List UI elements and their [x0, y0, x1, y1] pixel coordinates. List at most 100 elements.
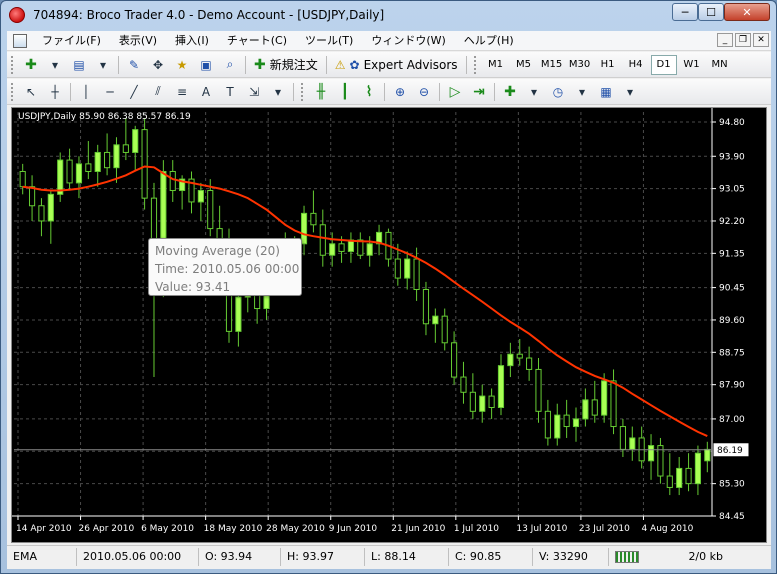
- crosshair-move-icon[interactable]: ✥: [147, 55, 169, 75]
- candle-bull: [629, 437, 636, 450]
- zoom-out-icon[interactable]: ⊖: [413, 82, 435, 102]
- chart-window-icon[interactable]: [13, 33, 27, 48]
- horizontal-line-icon[interactable]: ─: [99, 82, 121, 102]
- periods-clock-icon[interactable]: ◷: [547, 82, 569, 102]
- candle-bull: [497, 365, 505, 409]
- zoom-in-icon[interactable]: ⊕: [389, 82, 411, 102]
- candle-bull: [704, 448, 711, 462]
- candle-bear: [319, 224, 326, 256]
- vertical-line-icon[interactable]: │: [75, 82, 97, 102]
- indicator-tooltip: Moving Average (20) Time: 2010.05.06 00:…: [148, 238, 302, 296]
- candle-bear: [85, 163, 92, 172]
- timeframe-m1[interactable]: M1: [483, 55, 509, 75]
- candle-bear: [460, 376, 467, 393]
- dropdown-arrow-icon[interactable]: ▾: [44, 55, 66, 75]
- dropdown-arrow-icon[interactable]: ▾: [571, 82, 593, 102]
- candle-bull: [47, 193, 54, 222]
- market-watch-icon[interactable]: ✎: [123, 55, 145, 75]
- candle-bear: [685, 467, 692, 485]
- navigator-icon[interactable]: ★: [171, 55, 193, 75]
- dropdown-arrow-icon[interactable]: ▾: [523, 82, 545, 102]
- new-order-button[interactable]: ✚ 新規注文: [250, 55, 322, 75]
- expert-advisors-label: Expert Advisors: [363, 57, 458, 72]
- x-tick-label: 28 May 2010: [266, 524, 325, 534]
- cursor-icon[interactable]: ↖: [20, 82, 42, 102]
- expert-advisors-button[interactable]: ⚠ ✿ Expert Advisors: [331, 55, 462, 75]
- price-chart[interactable]: 94.80 93.90 93.05 92.20 91.35 90.45 89.60 88.75…: [11, 107, 767, 543]
- candle-bull: [479, 395, 486, 412]
- candlestick-icon[interactable]: ┃: [334, 82, 356, 102]
- new-order-icon: ✚: [254, 56, 266, 73]
- strategy-tester-icon[interactable]: ⌕: [219, 55, 241, 75]
- candle-bull: [582, 399, 589, 420]
- toolbar-grip[interactable]: [473, 55, 478, 74]
- terminal-icon[interactable]: ▣: [195, 55, 217, 75]
- menu-help[interactable]: ヘルプ(H): [455, 32, 523, 50]
- timeframe-mn[interactable]: MN: [707, 55, 733, 75]
- drawing-toolbar: ↖ ┼ │ ─ ╱ ⫽ ≡ A T ⇲ ▾ ╫ ┃ ⌇ ⊕ ⊖ ▷ ⇥ ✚ ▾: [7, 79, 771, 105]
- menu-insert[interactable]: 挿入(I): [166, 32, 218, 50]
- y-tick-label: 87.90: [719, 381, 745, 391]
- candle-bull: [676, 467, 683, 488]
- window-title: 704894: Broco Trader 4.0 - Demo Account …: [33, 8, 385, 22]
- fibonacci-icon[interactable]: ≡: [171, 82, 193, 102]
- chart-shift-icon[interactable]: ⇥: [468, 82, 490, 102]
- title-bar[interactable]: 704894: Broco Trader 4.0 - Demo Account …: [1, 1, 776, 29]
- x-tick-label: 14 Apr 2010: [16, 524, 72, 534]
- dropdown-arrow-icon[interactable]: ▾: [267, 82, 289, 102]
- toolbar-grip[interactable]: [11, 55, 15, 74]
- candle-bear: [338, 243, 345, 252]
- indicators-icon[interactable]: ✚: [499, 82, 521, 102]
- candle-bull: [647, 445, 655, 462]
- y-tick-label: 93.05: [719, 185, 745, 195]
- y-tick-label: 87.00: [719, 415, 745, 425]
- trendline-icon[interactable]: ╱: [123, 82, 145, 102]
- toolbar-grip[interactable]: [301, 82, 305, 101]
- x-tick-label: 13 Jul 2010: [516, 524, 567, 534]
- toolbar-separator: [494, 82, 495, 101]
- auto-scroll-icon[interactable]: ▷: [444, 82, 466, 102]
- timeframe-d1[interactable]: D1: [650, 54, 677, 75]
- menu-view[interactable]: 表示(V): [110, 32, 166, 50]
- y-tick-label: 91.35: [719, 249, 745, 259]
- bar-chart-icon[interactable]: ╫: [310, 82, 332, 102]
- mdi-close-icon[interactable]: ✕: [753, 33, 769, 47]
- profiles-icon[interactable]: ▤: [68, 55, 90, 75]
- menu-chart[interactable]: チャート(C): [218, 32, 296, 50]
- y-tick-label: 88.75: [719, 348, 745, 358]
- toolbar-grip[interactable]: [11, 82, 15, 101]
- timeframe-h4[interactable]: H4: [623, 55, 649, 75]
- x-tick-label: 18 May 2010: [204, 524, 263, 534]
- dropdown-arrow-icon[interactable]: ▾: [619, 82, 641, 102]
- templates-icon[interactable]: ▦: [595, 82, 617, 102]
- menu-tools[interactable]: ツール(T): [296, 32, 362, 50]
- chart-canvas[interactable]: 94.80 93.90 93.05 92.20 91.35 90.45 89.60 88.75…: [12, 108, 766, 542]
- candle-bear: [488, 395, 495, 409]
- new-chart-icon[interactable]: ✚: [20, 55, 42, 75]
- candle-bull: [300, 212, 308, 245]
- equidistant-channel-icon[interactable]: ⫽: [147, 82, 169, 102]
- timeframe-m5[interactable]: M5: [511, 55, 537, 75]
- timeframe-m15[interactable]: M15: [539, 55, 565, 75]
- crosshair-icon[interactable]: ┼: [44, 82, 66, 102]
- menu-window[interactable]: ウィンドウ(W): [362, 32, 454, 50]
- close-button[interactable]: ✕: [724, 3, 770, 21]
- mdi-minimize-icon[interactable]: _: [717, 33, 733, 47]
- status-datetime: 2010.05.06 00:00: [77, 547, 199, 566]
- minimize-button[interactable]: ─: [672, 3, 698, 21]
- maximize-button[interactable]: ☐: [698, 3, 724, 21]
- mdi-restore-icon[interactable]: ❐: [735, 33, 751, 47]
- candle-bear: [38, 205, 45, 222]
- dropdown-arrow-icon[interactable]: ▾: [92, 55, 114, 75]
- line-chart-icon[interactable]: ⌇: [358, 82, 380, 102]
- candle-bear: [357, 239, 364, 256]
- timeframe-m30[interactable]: M30: [567, 55, 593, 75]
- candle-bear: [666, 475, 673, 488]
- timeframe-h1[interactable]: H1: [595, 55, 621, 75]
- arrows-icon[interactable]: ⇲: [243, 82, 265, 102]
- text-tool-icon[interactable]: A: [195, 82, 217, 102]
- menu-file[interactable]: ファイル(F): [33, 32, 110, 50]
- client-area: ファイル(F) 表示(V) 挿入(I) チャート(C) ツール(T) ウィンドウ…: [7, 31, 771, 569]
- timeframe-w1[interactable]: W1: [679, 55, 705, 75]
- text-label-icon[interactable]: T: [219, 82, 241, 102]
